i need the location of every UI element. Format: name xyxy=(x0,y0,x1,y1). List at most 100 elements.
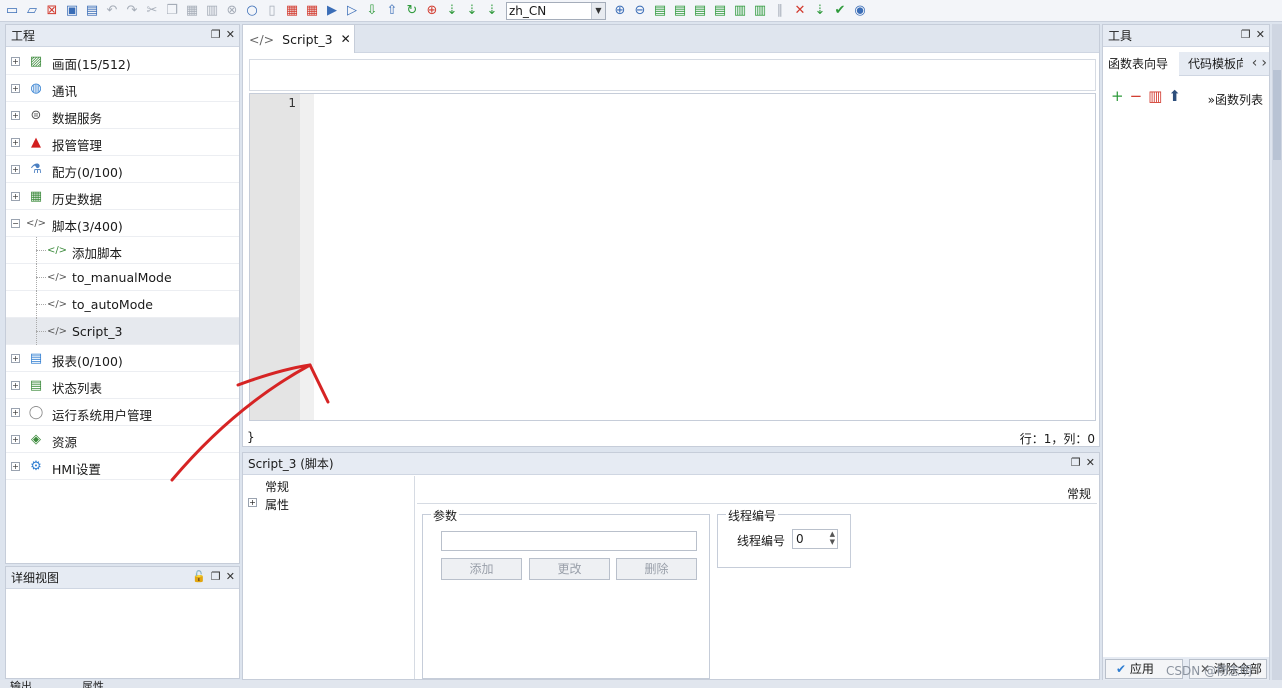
language-select[interactable]: zh_CN ▼ xyxy=(506,1,606,20)
network-icon[interactable]: ⊕ xyxy=(422,2,442,20)
tree-item[interactable]: + ▲ 报管管理 xyxy=(6,129,239,156)
zoom-out-icon[interactable]: ⊖ xyxy=(630,2,650,20)
expand-icon[interactable]: + xyxy=(11,408,20,417)
scroll-thumb[interactable] xyxy=(1273,70,1281,160)
format-icon[interactable]: ▤ xyxy=(650,2,670,20)
open-icon[interactable]: ▱ xyxy=(22,2,42,20)
tree-child-item[interactable]: </> to_autoMode xyxy=(6,291,239,318)
chevron-right-icon[interactable]: › xyxy=(1261,55,1267,71)
tab-properties[interactable]: 属性 xyxy=(82,678,104,688)
tab-script-3[interactable]: </> Script_3 ✕ xyxy=(243,25,355,53)
refresh-icon[interactable]: ↻ xyxy=(402,2,422,20)
expand-icon[interactable]: + xyxy=(11,84,20,93)
close-icon[interactable]: ⊠ xyxy=(42,2,62,20)
expand-icon[interactable]: + xyxy=(248,498,257,507)
tree-item[interactable]: + ◈ 资源 xyxy=(6,426,239,453)
upload-icon[interactable]: ⇣ xyxy=(442,2,462,20)
tree-item[interactable]: + ▨ 画面(15/512) xyxy=(6,48,239,75)
expand-icon[interactable]: + xyxy=(11,57,20,66)
function-list-link[interactable]: »函数列表 xyxy=(1208,91,1263,108)
simulate-icon[interactable]: ▶ xyxy=(322,2,342,20)
check-icon[interactable]: ✔ xyxy=(830,2,850,20)
copy-icon[interactable]: ❐ xyxy=(162,2,182,20)
nav-general[interactable]: 常规 xyxy=(243,476,414,494)
format4-icon[interactable]: ▤ xyxy=(710,2,730,20)
editor-header-area[interactable] xyxy=(249,59,1096,91)
uncomment-icon[interactable]: ✕ xyxy=(790,2,810,20)
add-icon[interactable]: + xyxy=(1111,87,1124,105)
delete-icon[interactable]: ▥ xyxy=(202,2,222,20)
save-icon[interactable]: ▣ xyxy=(62,2,82,20)
float-icon[interactable]: ❐ xyxy=(1071,456,1081,469)
redo-icon[interactable]: ↷ xyxy=(122,2,142,20)
tree-item[interactable]: + ⊜ 数据服务 xyxy=(6,102,239,129)
close-icon[interactable]: ✕ xyxy=(1086,456,1095,469)
tree-child-item[interactable]: </> Script_3 xyxy=(6,318,239,345)
new-icon[interactable]: ▭ xyxy=(2,2,22,20)
export-icon[interactable]: ⇧ xyxy=(382,2,402,20)
float-icon[interactable]: ❐ xyxy=(1241,28,1251,41)
minus-icon[interactable]: − xyxy=(1130,87,1143,105)
tree-child-item[interactable]: </> 添加脚本 xyxy=(6,237,239,264)
replace-icon[interactable]: ▯ xyxy=(262,2,282,20)
import-icon[interactable]: ⇩ xyxy=(362,2,382,20)
download-icon[interactable]: ▦ xyxy=(302,2,322,20)
clear-icon[interactable]: ⊗ xyxy=(222,2,242,20)
lock-icon[interactable]: 🔓 xyxy=(192,570,206,583)
stepper-icon[interactable]: ▲ ▼ xyxy=(830,530,835,546)
expand-icon[interactable]: + xyxy=(11,138,20,147)
tree-item[interactable]: + ⚗ 配方(0/100) xyxy=(6,156,239,183)
compile-icon[interactable]: ▦ xyxy=(282,2,302,20)
expand-icon[interactable]: + xyxy=(11,192,20,201)
code-area[interactable]: 1 xyxy=(249,93,1096,421)
float-icon[interactable]: ❐ xyxy=(211,28,221,41)
format2-icon[interactable]: ▤ xyxy=(670,2,690,20)
vertical-scrollbar[interactable] xyxy=(1272,24,1282,680)
tab-code-template[interactable]: 代码模板向导 xyxy=(1183,52,1243,76)
search-icon[interactable]: ○ xyxy=(242,2,262,20)
expand-icon[interactable]: + xyxy=(11,354,20,363)
close-icon[interactable]: ✕ xyxy=(1256,28,1265,41)
delete-button[interactable]: 删除 xyxy=(616,558,697,580)
tree-item[interactable]: + ▤ 状态列表 xyxy=(6,372,239,399)
add-button[interactable]: 添加 xyxy=(441,558,522,580)
test-icon[interactable]: ▷ xyxy=(342,2,362,20)
thread-stepper[interactable]: 0 ▲ ▼ xyxy=(792,529,838,549)
close-icon[interactable]: ✕ xyxy=(226,28,235,41)
expand-icon[interactable]: + xyxy=(11,111,20,120)
expand-icon[interactable]: + xyxy=(11,462,20,471)
modify-button[interactable]: 更改 xyxy=(529,558,610,580)
tree-item[interactable]: + ▤ 报表(0/100) xyxy=(6,345,239,372)
indent-icon[interactable]: ▥ xyxy=(730,2,750,20)
undo-icon[interactable]: ↶ xyxy=(102,2,122,20)
chevron-down-icon[interactable]: ▼ xyxy=(591,2,605,19)
preview-icon[interactable]: ◉ xyxy=(850,2,870,20)
comment-icon[interactable]: ∥ xyxy=(770,2,790,20)
tree-child-item[interactable]: </> to_manualMode xyxy=(6,264,239,291)
expand-icon[interactable]: − xyxy=(11,219,20,228)
format3-icon[interactable]: ▤ xyxy=(690,2,710,20)
expand-icon[interactable]: + xyxy=(11,381,20,390)
cut-icon[interactable]: ✂ xyxy=(142,2,162,20)
tab-output[interactable]: 输出 xyxy=(10,678,32,688)
tree-item[interactable]: + ◯ 运行系统用户管理 xyxy=(6,399,239,426)
tree-item[interactable]: − </> 脚本(3/400) xyxy=(6,210,239,237)
step-icon[interactable]: ⇣ xyxy=(810,2,830,20)
paste-icon[interactable]: ▦ xyxy=(182,2,202,20)
chevron-left-icon[interactable]: ‹ xyxy=(1252,55,1258,71)
upload3-icon[interactable]: ⇣ xyxy=(482,2,502,20)
tab-close-icon[interactable]: ✕ xyxy=(341,32,351,46)
tree-item[interactable]: + ▦ 历史数据 xyxy=(6,183,239,210)
tree-item[interactable]: + ⚙ HMI设置 xyxy=(6,453,239,480)
expand-icon[interactable]: + xyxy=(11,435,20,444)
arrow-up-icon[interactable]: ⬆ xyxy=(1168,87,1181,105)
float-icon[interactable]: ❐ xyxy=(211,570,221,583)
close-icon[interactable]: ✕ xyxy=(226,570,235,583)
outdent-icon[interactable]: ▥ xyxy=(750,2,770,20)
trash-icon[interactable]: ▥ xyxy=(1148,87,1162,105)
tree-item[interactable]: + ◍ 通讯 xyxy=(6,75,239,102)
tab-function-wizard[interactable]: 函数表向导 xyxy=(1103,52,1179,76)
upload2-icon[interactable]: ⇣ xyxy=(462,2,482,20)
param-input[interactable] xyxy=(441,531,697,551)
expand-icon[interactable]: + xyxy=(11,165,20,174)
